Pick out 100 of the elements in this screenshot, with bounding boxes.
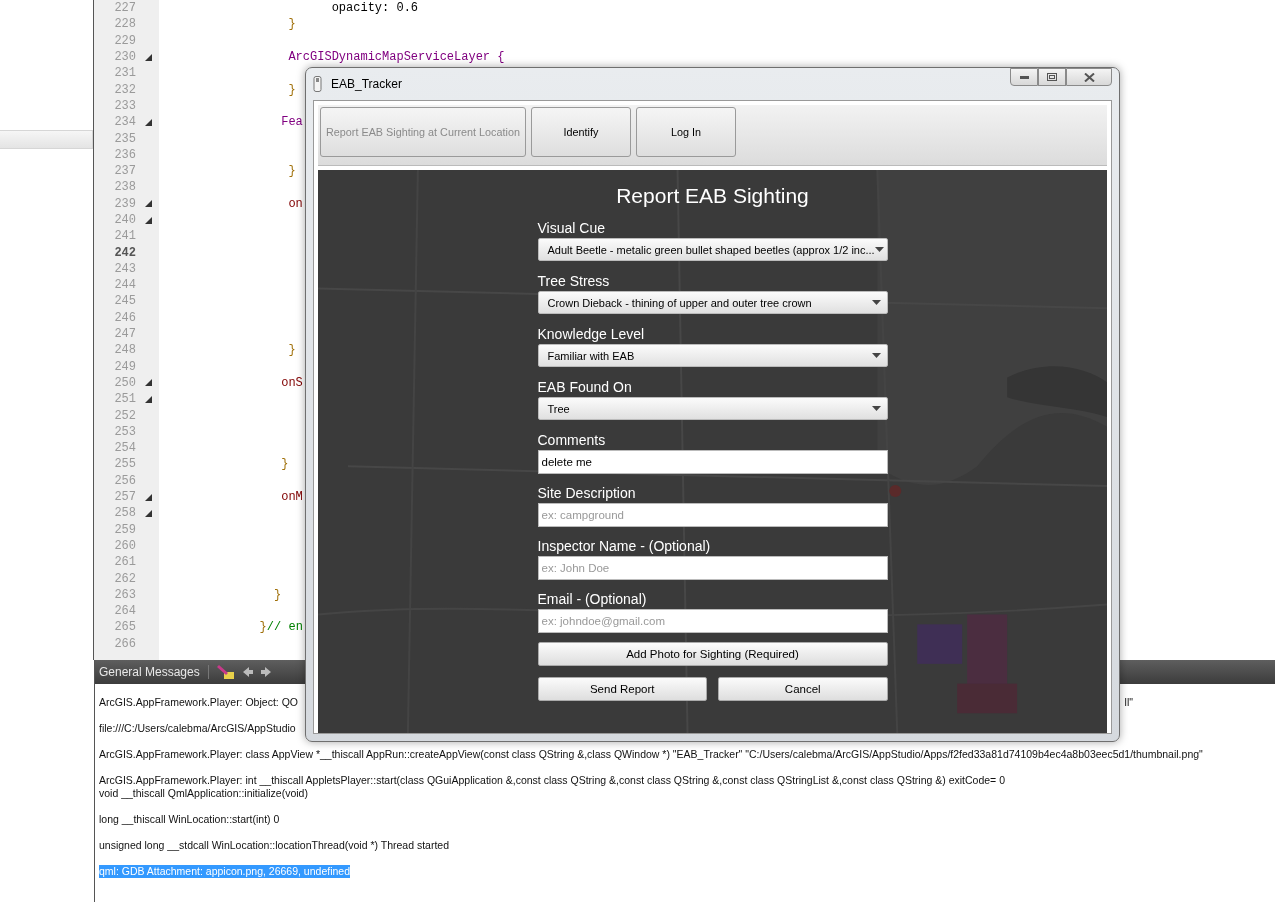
line-number: 233 [113, 98, 136, 113]
text-field[interactable]: delete me [537, 450, 888, 474]
close-button[interactable] [1066, 68, 1112, 86]
fold-marker-icon[interactable] [145, 216, 152, 224]
text-field[interactable]: ex: John Doe [537, 556, 888, 580]
broom-icon[interactable] [216, 664, 235, 680]
code-line: } [287, 164, 296, 179]
minimize-icon [1019, 75, 1029, 79]
code-line: } [280, 457, 289, 472]
line-number: 241 [113, 229, 136, 244]
window-title: EAB_Tracker [331, 77, 402, 91]
line-number: 237 [113, 164, 136, 179]
line-number: 252 [113, 408, 136, 423]
line-number: 259 [113, 522, 136, 537]
field-label: Inspector Name - (Optional) [537, 537, 712, 556]
code-line: Fea [280, 115, 303, 130]
line-number: 245 [113, 294, 136, 309]
line-number: 228 [113, 17, 136, 32]
caret-icon [871, 353, 881, 358]
minimize-button[interactable] [1010, 68, 1038, 86]
line-number: 264 [113, 604, 136, 619]
caret-icon [871, 406, 881, 411]
line-number: 261 [113, 555, 136, 570]
line-number: 227 [113, 1, 136, 16]
line-number: 250 [113, 375, 136, 390]
field-label: Tree Stress [537, 272, 611, 291]
add-photo-button[interactable]: Add Photo for Sighting (Required) [537, 642, 888, 666]
line-number: 232 [113, 82, 136, 97]
log-message: unsigned long __stdcall WinLocation::locationThread(void *) Thread started [99, 839, 449, 852]
fold-marker-icon[interactable] [145, 379, 152, 387]
line-number: 240 [113, 213, 136, 227]
line-number: 239 [113, 196, 136, 211]
line-number: 238 [113, 180, 136, 195]
line-number: 253 [113, 424, 136, 439]
field-label: Email - (Optional) [537, 590, 648, 609]
dropdown[interactable]: Crown Dieback - thining of upper and outer tree crown [537, 291, 888, 314]
right-arrow-icon[interactable] [260, 667, 271, 677]
line-number: 230 [113, 50, 136, 65]
line-number: 235 [113, 131, 136, 146]
text-field[interactable]: ex: johndoe@gmail.com [537, 609, 888, 633]
text-field[interactable]: ex: campground [537, 503, 888, 527]
close-icon [1083, 72, 1095, 82]
code-line: onS [280, 375, 303, 390]
line-number: 263 [113, 587, 136, 602]
log-message: qml: GDB Attachment: appicon.png, 26669, undefined [99, 865, 350, 878]
field-label: Site Description [537, 484, 637, 503]
code-line: } [287, 82, 296, 97]
line-number: 260 [113, 538, 136, 553]
line-number: 236 [113, 147, 136, 162]
fold-marker-icon[interactable] [145, 118, 152, 126]
line-number: 248 [113, 343, 136, 358]
code-line: }// en [258, 620, 303, 635]
caret-icon [871, 300, 881, 305]
panel-title: General Messages [99, 665, 209, 679]
field-label: Knowledge Level [537, 325, 646, 344]
line-number: 249 [113, 359, 136, 374]
field-label: Visual Cue [537, 219, 606, 238]
app-icon [313, 76, 323, 92]
line-number: 243 [113, 261, 136, 276]
log-message: file:///C:/Users/calebma/ArcGIS/AppStudio [99, 722, 296, 735]
code-line: ArcGISDynamicMapServiceLayer { [287, 50, 505, 65]
code-line: opacity: 0.6 [330, 1, 419, 16]
fold-marker-icon[interactable] [145, 493, 152, 501]
code-line: } [287, 343, 296, 358]
line-number: 266 [113, 636, 136, 651]
left-arrow-icon[interactable] [242, 667, 253, 677]
line-number: 251 [113, 392, 136, 407]
toolbar-button[interactable]: Log In [636, 107, 736, 157]
toolbar-button[interactable]: Identify [531, 107, 631, 157]
line-number: 262 [113, 571, 136, 586]
code-line: on [287, 196, 303, 211]
line-number: 244 [113, 278, 136, 293]
form-button[interactable]: Send Report [537, 677, 707, 701]
line-number: 247 [113, 327, 136, 342]
line-number: 256 [113, 473, 136, 488]
caret-icon [874, 247, 884, 252]
dropdown[interactable]: Adult Beetle - metalic green bullet shaped beetles (approx 1/2 inc... [537, 238, 888, 261]
maximize-button[interactable] [1038, 68, 1066, 86]
line-number: 265 [113, 620, 136, 635]
line-number: 234 [113, 115, 136, 130]
line-number: 254 [113, 441, 136, 456]
dropdown[interactable]: Familiar with EAB [537, 344, 888, 367]
log-message: ll" [1124, 696, 1133, 709]
fold-marker-icon[interactable] [145, 395, 152, 403]
fold-marker-icon[interactable] [145, 53, 152, 61]
field-label: Comments [537, 431, 607, 450]
code-line: } [273, 587, 282, 602]
field-label: EAB Found On [537, 378, 633, 397]
line-number: 255 [113, 457, 136, 472]
maximize-icon [1047, 73, 1057, 81]
form-button[interactable]: Cancel [718, 677, 888, 701]
line-number: 257 [113, 490, 136, 505]
log-message: ArcGIS.AppFramework.Player: Object: QO [99, 696, 298, 709]
fold-marker-icon[interactable] [145, 200, 152, 208]
fold-marker-icon[interactable] [145, 509, 152, 517]
line-number: 229 [113, 33, 136, 48]
dropdown[interactable]: Tree [537, 397, 888, 420]
line-number: 231 [113, 66, 136, 81]
line-number: 246 [113, 310, 136, 325]
code-line: } [287, 17, 296, 32]
